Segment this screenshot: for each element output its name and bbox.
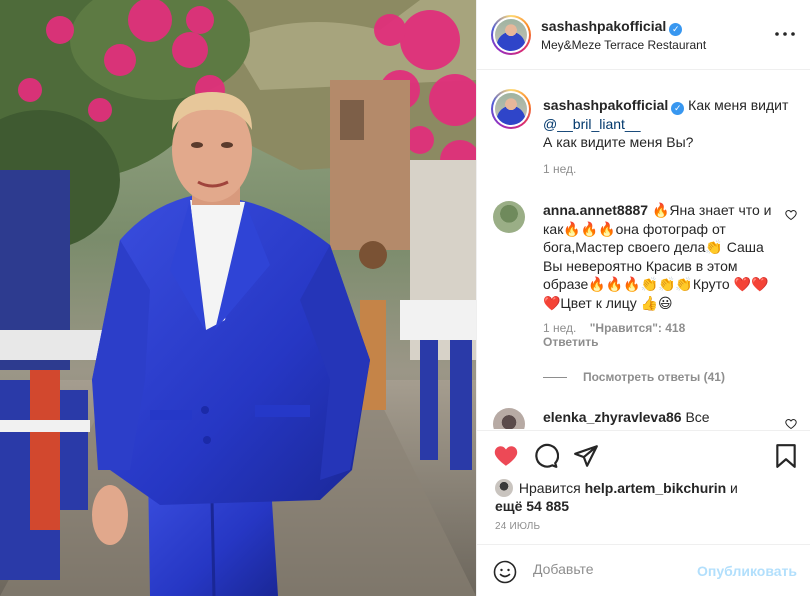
reply-button[interactable]: Ответить [543, 335, 598, 349]
comment-time[interactable]: 1 нед. [543, 321, 576, 335]
caption-username[interactable]: sashashpakofficial [543, 97, 668, 113]
view-replies-label[interactable]: Посмотреть ответы (41) [583, 370, 725, 384]
liked-by-mid: и [726, 480, 738, 496]
liked-by-prefix: Нравится [518, 480, 585, 496]
commenter-username[interactable]: anna.annet8887 [543, 202, 648, 218]
more-options-icon[interactable] [773, 24, 797, 44]
post-photo[interactable] [0, 0, 476, 596]
commenter-avatar[interactable] [493, 201, 525, 233]
add-comment-bar: Опубликовать [477, 544, 810, 596]
post-location[interactable]: Mey&Meze Terrace Restaurant [541, 38, 706, 52]
comment-body: Все [681, 409, 710, 425]
caption-text: sashashpakofficial ✓ Как меня видит @__br… [543, 96, 793, 151]
replies-divider-line [543, 377, 567, 379]
comments-list[interactable]: sashashpakofficial ✓ Как меня видит @__br… [477, 71, 810, 429]
comment-meta: 1 нед. "Нравится": 418 [543, 321, 685, 335]
commenter-username[interactable]: elenka_zhyravleva86 [543, 409, 682, 425]
post-date[interactable]: 24 ИЮЛЬ [495, 521, 540, 532]
emoji-smile-icon[interactable] [493, 560, 517, 584]
caption-author-avatar[interactable] [491, 89, 531, 129]
caption-text-before: Как меня видит [684, 97, 789, 113]
comment-text: elenka_zhyravleva86 Все [543, 408, 773, 427]
commenter-avatar[interactable] [493, 408, 525, 429]
post-header: sashashpakofficial ✓ Mey&Meze Terrace Res… [477, 0, 810, 70]
caption-time[interactable]: 1 нед. [543, 162, 576, 176]
save-bookmark-icon[interactable] [773, 443, 799, 469]
comment-bubble-icon[interactable] [533, 443, 560, 469]
caption-text-after: А как видите меня Вы? [543, 134, 694, 150]
comment-like-heart-icon[interactable] [785, 209, 797, 221]
liker-avatar[interactable] [495, 479, 513, 497]
author-username[interactable]: sashashpakofficial ✓ [541, 18, 683, 36]
caption-mention[interactable]: @__bril_liant__ [543, 116, 641, 132]
verified-badge-icon: ✓ [669, 23, 683, 36]
author-avatar[interactable] [491, 15, 531, 55]
like-heart-icon[interactable] [493, 443, 519, 469]
liked-by-more[interactable]: ещё 54 885 [495, 498, 569, 514]
post-side-panel: sashashpakofficial ✓ Mey&Meze Terrace Res… [476, 0, 810, 596]
comment-input[interactable] [533, 561, 723, 577]
verified-badge-icon: ✓ [671, 102, 685, 115]
photo-illustration [0, 0, 476, 596]
comment-likes-count[interactable]: "Нравится": 418 [590, 321, 686, 335]
author-username-text[interactable]: sashashpakofficial [541, 18, 666, 34]
publish-button[interactable]: Опубликовать [697, 563, 797, 579]
view-replies-button[interactable]: Посмотреть ответы (41) [543, 370, 725, 384]
comment-text: anna.annet8887 🔥Яна знает что и как🔥🔥🔥он… [543, 201, 773, 312]
liked-by-user[interactable]: help.artem_bikchurin [585, 480, 727, 496]
comment-like-heart-icon[interactable] [785, 418, 797, 429]
share-paper-plane-icon[interactable] [573, 443, 599, 469]
liked-by-summary: Нравится help.artem_bikchurin и ещё 54 8… [495, 479, 795, 515]
comment-body: 🔥Яна знает что и как🔥🔥🔥она фотограф от б… [543, 202, 772, 311]
